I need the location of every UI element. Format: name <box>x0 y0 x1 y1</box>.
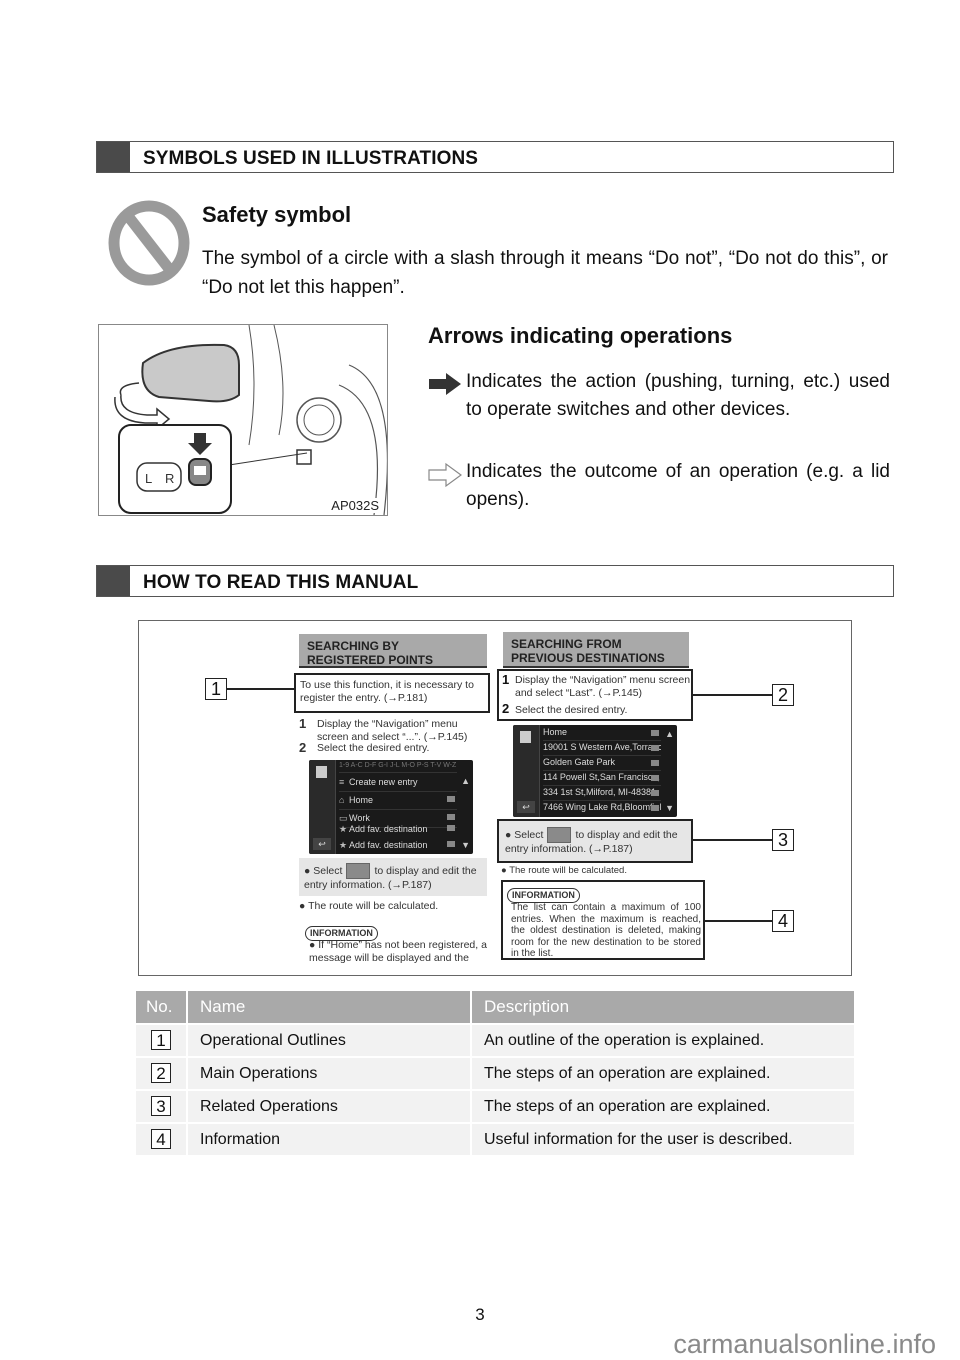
registered-points-screen: ↩ 1-9 A-C D-F G-I J-L M-O P-S T-V W-Z ≡ C… <box>309 760 473 854</box>
previous-destinations-screen: ↩ Home 19001 S Western Ave,Torrance, C..… <box>513 725 677 817</box>
related-operations-box: ● Select to display and edit the entry in… <box>497 819 693 863</box>
row-name: Information <box>187 1122 472 1155</box>
scroll-down-icon[interactable]: ▼ <box>461 840 470 850</box>
screen-row[interactable]: ≡ Create new entry <box>339 773 457 792</box>
table-row: 2 Main Operations The steps of an operat… <box>136 1056 856 1090</box>
section-title: SYMBOLS USED IN ILLUSTRATIONS <box>143 148 479 169</box>
watermark[interactable]: carmanualsonline.info <box>673 1329 936 1360</box>
arrow-item-outcome: Indicates the outcome of an operation (e… <box>428 458 890 514</box>
illustration-code: AP032S <box>329 498 381 513</box>
safety-symbol-text: The symbol of a circle with a slash thro… <box>202 248 888 298</box>
number-box: 2 <box>151 1063 171 1083</box>
left-column-heading: SEARCHING BY REGISTERED POINTS <box>299 634 487 668</box>
main-operations-box: 1 Display the “Navigation” menu screen a… <box>497 669 693 721</box>
information-label: INFORMATION <box>507 888 580 903</box>
callout-3: 3 <box>772 829 794 851</box>
row-description: An outline of the operation is explained… <box>471 1023 856 1057</box>
alphabet-tabs[interactable]: 1-9 A-C D-F G-I J-L M-O P-S T-V W-Z <box>339 760 457 773</box>
information-box: INFORMATION The list can contain a maxim… <box>501 880 705 960</box>
step-text: Display the “Navigation” menu screen and… <box>317 718 468 743</box>
table-row: 3 Related Operations The steps of an ope… <box>136 1089 856 1123</box>
edit-icon <box>547 827 572 843</box>
arrows-heading: Arrows indicating operations <box>428 323 733 348</box>
table-header-row: No. Name Description <box>136 991 856 1024</box>
section-header-symbols: SYMBOLS USED IN ILLUSTRATIONS <box>96 141 894 173</box>
scroll-up-icon[interactable]: ▲ <box>461 776 470 786</box>
callout-line <box>705 920 772 922</box>
information-text: ● If “Home” has not been registered, a m… <box>309 939 487 964</box>
prohibition-icon <box>108 200 190 286</box>
screen-row[interactable]: Golden Gate Park <box>543 755 661 771</box>
step-number: 1 <box>299 716 307 731</box>
safety-symbol-heading: Safety symbol <box>202 202 352 227</box>
information-text: The list can contain a maximum of 100 en… <box>511 902 701 959</box>
callout-4: 4 <box>772 910 794 932</box>
callout-line <box>227 688 294 690</box>
section-header-tab <box>97 566 130 596</box>
number-box: 4 <box>151 1129 171 1149</box>
manual-layout-diagram: SEARCHING BY REGISTERED POINTS To use th… <box>138 620 852 976</box>
back-button[interactable]: ↩ <box>313 838 331 850</box>
row-description: The steps of an operation are explained. <box>471 1089 856 1123</box>
number-box: 3 <box>151 1096 171 1116</box>
scroll-down-icon[interactable]: ▼ <box>665 803 674 813</box>
route-note: ● The route will be calculated. <box>501 865 627 876</box>
legend-table: No. Name Description 1 Operational Outli… <box>136 991 856 1155</box>
screen-row[interactable]: ⌂ Home <box>339 791 457 810</box>
solid-arrow-icon <box>428 372 462 407</box>
back-button[interactable]: ↩ <box>517 801 535 813</box>
screen-row[interactable]: 7466 Wing Lake Rd,Bloomfield Tw... <box>543 800 661 815</box>
edit-icon <box>520 731 531 743</box>
table-row: 1 Operational Outlines An outline of the… <box>136 1023 856 1057</box>
step-text: Display the “Navigation” menu screen and… <box>515 674 691 699</box>
section-header-tab <box>97 142 130 172</box>
scroll-up-icon[interactable]: ▲ <box>665 729 674 739</box>
row-description: The steps of an operation are explained. <box>471 1056 856 1090</box>
screen-row[interactable]: 114 Powell St,San Francisco, CA-... <box>543 770 661 786</box>
section-title: HOW TO READ THIS MANUAL <box>143 572 419 593</box>
arrow-item-action: Indicates the action (pushing, turning, … <box>428 368 890 452</box>
column-header-name: Name <box>187 991 472 1024</box>
right-column-heading: SEARCHING FROM PREVIOUS DESTINATIONS <box>503 632 689 668</box>
row-description: Useful information for the user is descr… <box>471 1122 856 1155</box>
screen-row[interactable]: Home <box>543 725 661 741</box>
row-name: Main Operations <box>187 1056 472 1090</box>
route-note: ● The route will be calculated. <box>299 900 439 912</box>
callout-1: 1 <box>205 678 227 700</box>
arrow-action-text: Indicates the action (pushing, turning, … <box>466 371 890 420</box>
edit-icon <box>346 863 371 879</box>
outline-box: To use this function, it is necessary to… <box>294 673 490 713</box>
callout-line <box>693 839 772 841</box>
screen-row[interactable]: 334 1st St,Milford, MI-48381 <box>543 785 661 801</box>
related-ops-left: ● Select to display and edit the entry in… <box>299 858 487 896</box>
screen-row[interactable]: 19001 S Western Ave,Torrance, C... <box>543 740 661 756</box>
number-box: 1 <box>151 1030 171 1050</box>
outline-text: To use this function, it is necessary to… <box>300 679 474 704</box>
right-label: R <box>165 471 174 486</box>
column-header-description: Description <box>471 991 856 1024</box>
left-label: L <box>145 471 152 486</box>
column-header-no: No. <box>136 991 188 1024</box>
mirror-switch-illustration: L R AP032S <box>98 324 388 516</box>
page-number: 3 <box>475 1305 485 1324</box>
step-number: 2 <box>299 740 307 755</box>
outline-arrow-icon <box>428 462 463 497</box>
callout-2: 2 <box>772 684 794 706</box>
row-name: Related Operations <box>187 1089 472 1123</box>
table-row: 4 Information Useful information for the… <box>136 1122 856 1155</box>
callout-line <box>693 694 772 696</box>
arrow-outcome-text: Indicates the outcome of an operation (e… <box>466 461 890 510</box>
edit-icon <box>316 766 327 778</box>
row-name: Operational Outlines <box>187 1023 472 1057</box>
step-text: Select the desired entry. <box>515 704 628 716</box>
section-header-how-to-read: HOW TO READ THIS MANUAL <box>96 565 894 597</box>
screen-row[interactable]: ★ Add fav. destination <box>339 836 457 854</box>
step-text: Select the desired entry. <box>317 742 430 754</box>
